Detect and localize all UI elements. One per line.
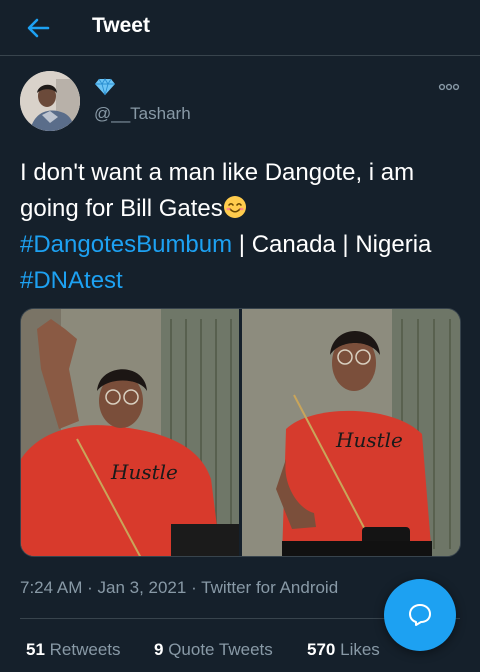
tweet-date[interactable]: Jan 3, 2021 [97,578,186,597]
svg-text:Hustle: Hustle [110,460,178,484]
author-handle[interactable]: @__Tasharh [94,104,191,124]
meta-separator: · [82,578,98,597]
hashtag-link[interactable]: #DNAtest [20,267,123,294]
tweet-photo[interactable]: Hustle [21,309,239,556]
back-button[interactable] [22,14,54,42]
reply-fab-button[interactable] [384,579,456,651]
hashtag-link[interactable]: #DangotesBumbum [20,231,232,258]
quote-tweets-stat[interactable]: 9 Quote Tweets [154,640,273,660]
gem-icon [95,78,115,96]
tweet-timestamp: 7:24 AM · Jan 3, 2021 · Twitter for Andr… [20,578,338,598]
tweet-text-line: I don't want a man like Dangote, i am go… [20,159,415,222]
avatar-image [20,71,80,131]
photo-image: Hustle [242,309,460,556]
tweet-source[interactable]: Twitter for Android [201,578,338,597]
likes-label: Likes [340,640,380,659]
meta-separator: · [186,578,202,597]
svg-text:Hustle: Hustle [335,428,403,452]
tweet-text-location: | Canada | Nigeria [232,231,432,258]
tweet-photo[interactable]: Hustle [242,309,460,556]
avatar[interactable] [20,71,80,131]
reply-bubble-icon [409,604,431,626]
back-arrow-icon [27,18,50,38]
tweet-text: I don't want a man like Dangote, i am go… [20,155,460,299]
likes-count: 570 [307,640,336,659]
quote-tweets-label: Quote Tweets [168,640,273,659]
more-options-icon[interactable] [438,82,460,92]
retweets-label: Retweets [49,640,121,659]
media-grid: Hustle Hustle [20,308,461,557]
tweet-time[interactable]: 7:24 AM [20,578,82,597]
photo-image: Hustle [21,309,239,556]
retweets-count: 51 [26,640,45,659]
page-title: Tweet [92,14,150,37]
top-app-bar: Tweet [0,0,480,56]
likes-stat[interactable]: 570 Likes [307,640,380,660]
retweets-stat[interactable]: 51 Retweets [26,640,121,660]
quote-tweets-count: 9 [154,640,164,659]
smiling-face-icon [223,196,246,218]
